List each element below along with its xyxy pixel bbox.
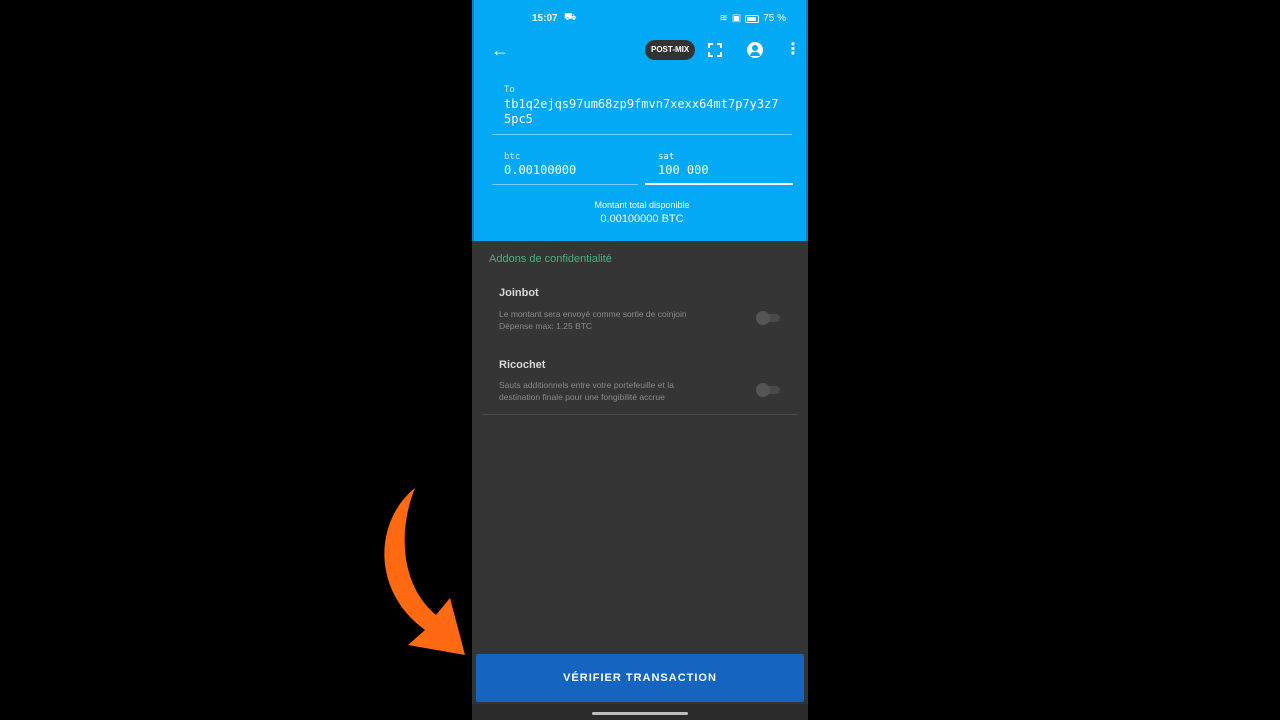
joinbot-toggle[interactable] (756, 311, 782, 325)
ricochet-desc-line2: destination finale pour une fongibilité … (499, 392, 665, 402)
ricochet-title: Ricochet (499, 359, 546, 371)
orange-arrow-annotation (384, 488, 465, 655)
btc-amount-field[interactable]: 0.00100000 (504, 163, 576, 177)
battery-icon (745, 14, 760, 23)
total-available-label: Montant total disponible (594, 200, 690, 210)
joinbot-toggle-thumb (756, 311, 770, 325)
sim-icon: ▣ (731, 13, 742, 24)
back-arrow-icon[interactable]: ← (491, 38, 509, 62)
btc-label: btc (504, 152, 521, 162)
joinbot-desc-line1: Le montant sera envoyé comme sortie de c… (499, 309, 687, 319)
joinbot-description: Le montant sera envoyé comme sortie de c… (499, 308, 729, 332)
ricochet-desc-line1: Sauts additionnels entre votre portefeui… (499, 380, 674, 390)
stage: 15:07 ⛟ ≋ ▣ 75 % ← POST-MIX ⋮ To tb1q2ej… (0, 0, 1280, 720)
privacy-addons-title: Addons de confidentialité (489, 253, 612, 265)
total-available-value: 0.00100000 BTC (600, 213, 684, 225)
sat-label: sat (658, 152, 675, 162)
postmix-account-chip[interactable]: POST-MIX (645, 40, 696, 60)
wifi-icon: ≋ (719, 13, 728, 24)
joinbot-desc-line2: Dépense max: 1.25 BTC (499, 321, 593, 331)
battery-percent: 75 % (763, 13, 786, 24)
more-menu-icon[interactable]: ⋮ (785, 38, 801, 62)
section-divider (482, 414, 798, 415)
ricochet-toggle-thumb (756, 383, 770, 397)
joinbot-title: Joinbot (499, 287, 539, 299)
address-underline (492, 134, 792, 135)
status-bar: 15:07 ⛟ ≋ ▣ 75 % (474, 11, 808, 27)
account-icon[interactable] (747, 42, 763, 58)
sat-underline-focused (645, 183, 793, 185)
address-field[interactable]: tb1q2ejqs97um68zp9fmvn7xexx64mt7p7y3z75p… (504, 97, 779, 127)
send-header: 15:07 ⛟ ≋ ▣ 75 % ← POST-MIX ⋮ To tb1q2ej… (472, 0, 808, 241)
phone-screen: 15:07 ⛟ ≋ ▣ 75 % ← POST-MIX ⋮ To tb1q2ej… (472, 0, 808, 720)
system-nav-bar (472, 704, 808, 720)
to-label: To (504, 85, 515, 95)
ricochet-description: Sauts additionnels entre votre portefeui… (499, 379, 729, 403)
status-time: 15:07 (532, 13, 558, 24)
scan-qr-icon[interactable] (708, 43, 722, 57)
status-right: ≋ ▣ 75 % (719, 13, 786, 24)
toolbar: ← POST-MIX ⋮ (474, 38, 808, 62)
home-gesture-pill[interactable] (592, 712, 688, 715)
notification-icon: ⛟ (564, 12, 577, 23)
sat-amount-field[interactable]: 100 000 (658, 163, 709, 177)
verify-transaction-button[interactable]: VÉRIFIER TRANSACTION (476, 654, 804, 702)
ricochet-toggle[interactable] (756, 383, 782, 397)
btc-underline (492, 184, 638, 185)
